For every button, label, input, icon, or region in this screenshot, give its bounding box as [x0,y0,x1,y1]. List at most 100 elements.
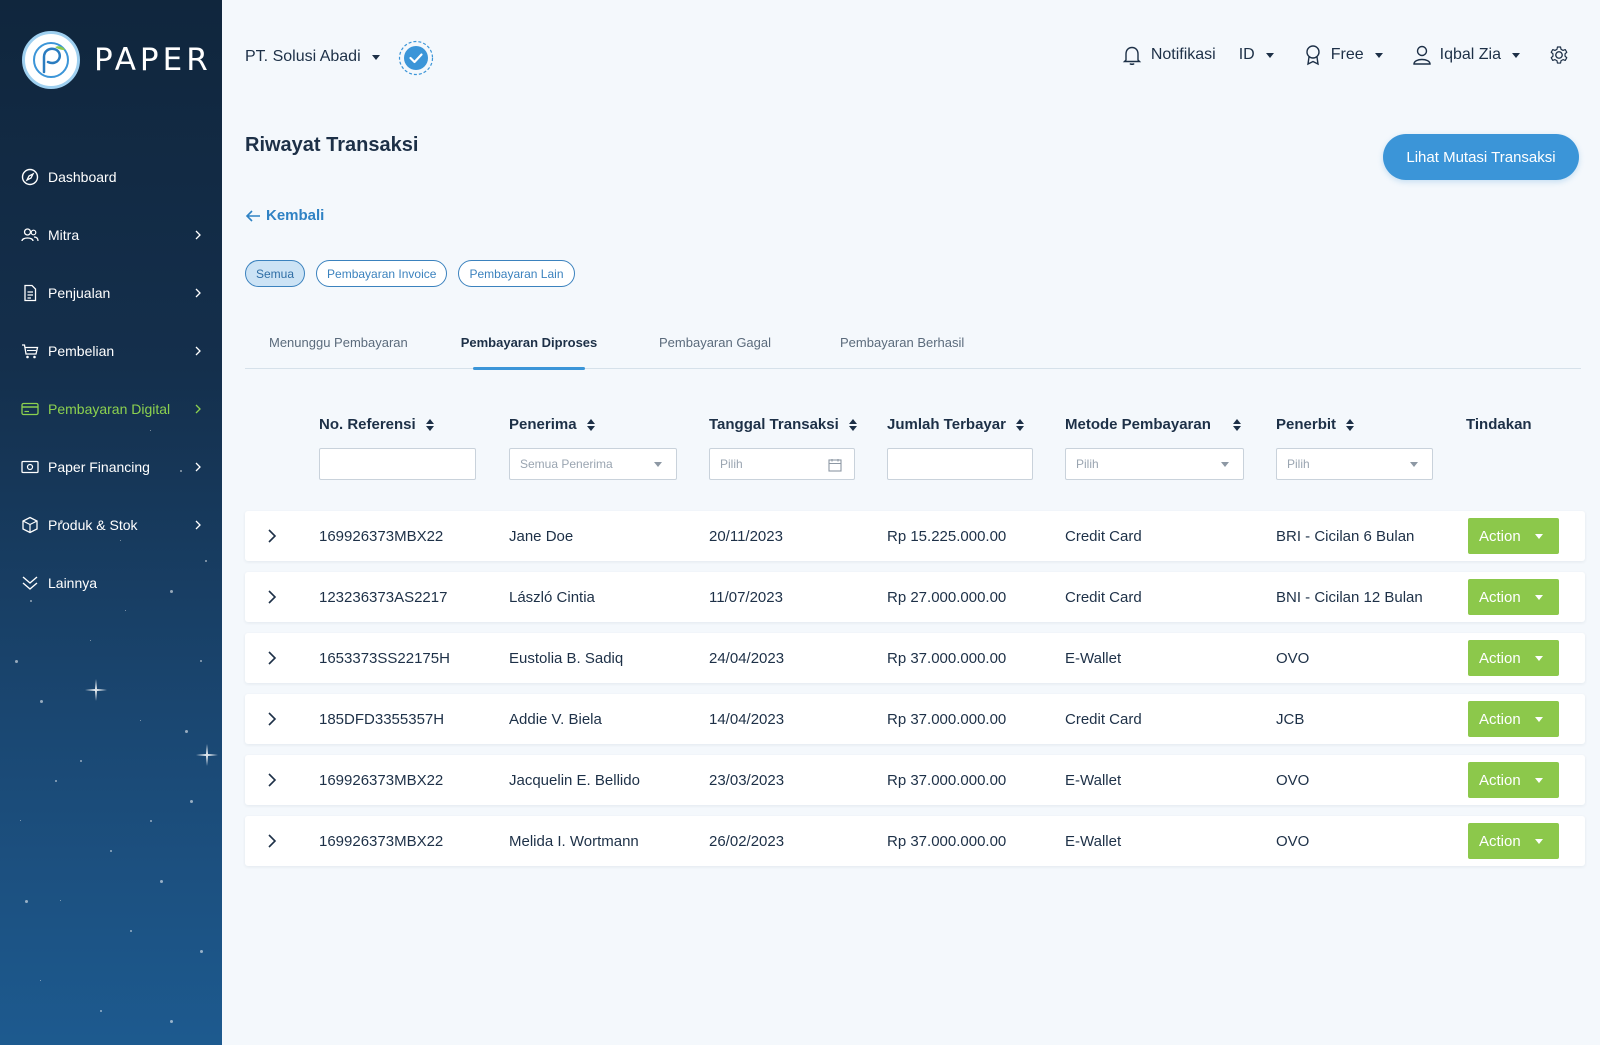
caret-down-icon [1535,534,1543,539]
column-title: Tindakan [1466,416,1532,433]
recipient-filter-select[interactable]: Semua Penerima [509,448,677,480]
cell-ref: 169926373MBX22 [319,771,444,789]
cell-amount: Rp 27.000.000.00 [887,588,1007,606]
cell-method: E-Wallet [1065,771,1122,789]
star-decoration [140,720,141,721]
column-header-date[interactable]: Tanggal Transaksi [709,416,857,433]
sidebar-item-paper-financing[interactable]: Paper Financing [0,438,222,496]
cell-amount: Rp 37.000.000.00 [887,771,1007,789]
caret-down-icon [1535,656,1543,661]
cell-method: Credit Card [1065,710,1142,728]
column-title: No. Referensi [319,416,416,433]
cell-date: 11/07/2023 [709,588,783,606]
amount-filter-input[interactable] [887,448,1033,480]
action-dropdown-button[interactable]: Action [1468,640,1559,676]
action-dropdown-button[interactable]: Action [1468,762,1559,798]
method-filter-select[interactable]: Pilih [1065,448,1244,480]
ref-filter-input[interactable] [319,448,476,480]
table-header: No. Referensi Penerima Tanggal Transaksi… [245,416,1581,486]
action-dropdown-button[interactable]: Action [1468,823,1559,859]
star-decoration [190,800,193,803]
sidebar-item-produk-stok[interactable]: Produk & Stok [0,496,222,554]
chip-pembayaran-lain[interactable]: Pembayaran Lain [458,260,575,287]
action-label: Action [1479,710,1521,728]
back-link[interactable]: Kembali [245,207,324,224]
action-dropdown-button[interactable]: Action [1468,701,1559,737]
star-decoration [80,760,82,762]
chevron-right-icon[interactable] [263,832,281,850]
date-filter-picker[interactable]: Pilih [709,448,855,480]
chip-pembayaran-invoice[interactable]: Pembayaran Invoice [316,260,448,287]
sidebar-nav: Dashboard Mitra Penjualan Pembelian Pemb… [0,148,222,612]
cell-issuer: BRI - Cicilan 6 Bulan [1276,527,1415,545]
star-decoration [130,930,132,932]
sort-icon [586,418,595,431]
calendar-icon [828,459,842,472]
tab-pembayaran-diproses[interactable]: Pembayaran Diproses [459,323,599,370]
tab-menunggu-pembayaran[interactable]: Menunggu Pembayaran [269,323,408,369]
select-placeholder: Pilih [1287,457,1310,471]
column-header-issuer[interactable]: Penerbit [1276,416,1355,433]
cell-recipient: László Cintia [509,588,595,606]
chevron-right-icon [195,520,201,530]
cell-ref: 185DFD3355357H [319,710,445,728]
amount-filter-field[interactable] [898,457,1022,471]
sidebar-item-penjualan[interactable]: Penjualan [0,264,222,322]
star-decoration [200,660,202,662]
view-mutation-button[interactable]: Lihat Mutasi Transaksi [1383,134,1579,180]
chevron-right-icon[interactable] [263,771,281,789]
chevron-right-icon[interactable] [263,527,281,545]
star-decoration [90,640,91,641]
column-title: Penerima [509,416,577,433]
cell-amount: Rp 37.000.000.00 [887,710,1007,728]
cell-ref: 169926373MBX22 [319,527,444,545]
column-header-recipient[interactable]: Penerima [509,416,595,433]
cell-date: 24/04/2023 [709,649,785,667]
sidebar-item-label: Mitra [48,227,80,243]
tab-pembayaran-gagal[interactable]: Pembayaran Gagal [659,323,771,369]
cell-ref: 123236373AS2217 [319,588,448,606]
cell-method: E-Wallet [1065,649,1122,667]
action-dropdown-button[interactable]: Action [1468,518,1559,554]
issuer-filter-select[interactable]: Pilih [1276,448,1433,480]
column-header-amount[interactable]: Jumlah Terbayar [887,416,1024,433]
cell-recipient: Jane Doe [509,527,574,545]
column-header-ref[interactable]: No. Referensi [319,416,434,433]
more-icon [20,573,40,593]
main-content: Riwayat Transaksi Lihat Mutasi Transaksi… [222,0,1600,1045]
sidebar-item-dashboard[interactable]: Dashboard [0,148,222,206]
sort-icon [1015,418,1024,431]
select-placeholder: Semua Penerima [520,457,613,471]
sidebar-item-pembayaran-digital[interactable]: Pembayaran Digital [0,380,222,438]
table-row: 169926373MBX22 Jane Doe 20/11/2023 Rp 15… [245,511,1585,561]
chevron-right-icon[interactable] [263,588,281,606]
ref-filter-field[interactable] [330,457,465,471]
cell-method: Credit Card [1065,527,1142,545]
action-dropdown-button[interactable]: Action [1468,579,1559,615]
cell-amount: Rp 37.000.000.00 [887,649,1007,667]
chevron-right-icon [195,288,201,298]
sidebar-item-label: Dashboard [48,169,117,185]
chip-semua[interactable]: Semua [245,260,306,287]
caret-down-icon [1535,839,1543,844]
sort-icon [1232,418,1241,431]
logo-icon [22,31,80,89]
chevron-right-icon[interactable] [263,649,281,667]
brand-name: PAPER [94,42,212,78]
cart-icon [20,341,40,361]
cell-method: Credit Card [1065,588,1142,606]
cell-issuer: JCB [1276,710,1305,728]
sidebar-item-label: Pembayaran Digital [48,401,171,417]
column-header-method[interactable]: Metode Pembayaran [1065,416,1241,433]
chevron-right-icon[interactable] [263,710,281,728]
cell-date: 20/11/2023 [709,527,783,545]
sidebar-item-lainnya[interactable]: Lainnya [0,554,222,612]
cell-issuer: OVO [1276,832,1310,850]
star-decoration [200,950,203,953]
sidebar-item-pembelian[interactable]: Pembelian [0,322,222,380]
brand-logo[interactable]: PAPER [22,31,212,89]
sidebar-item-mitra[interactable]: Mitra [0,206,222,264]
active-tab-indicator [473,367,585,370]
star-decoration [60,900,61,901]
tab-pembayaran-berhasil[interactable]: Pembayaran Berhasil [840,323,964,369]
